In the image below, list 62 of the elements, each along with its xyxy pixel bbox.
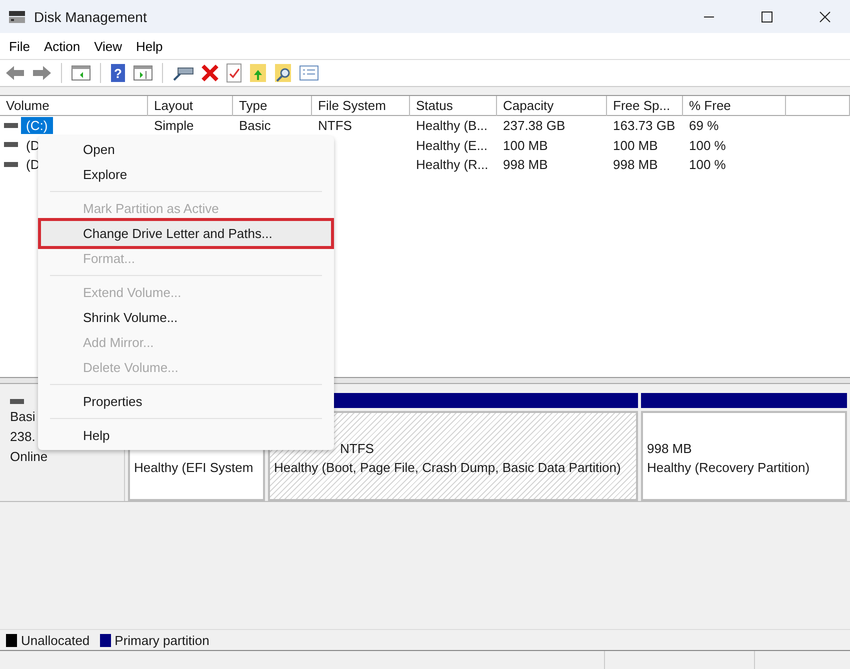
- back-arrow-icon[interactable]: [5, 65, 25, 81]
- partition-block[interactable]: 998 MB Healthy (Recovery Partition): [641, 411, 847, 501]
- table-cell-text: 998 MB: [502, 157, 549, 172]
- close-icon: [819, 10, 831, 22]
- table-cell-text: 69 %: [688, 118, 720, 134]
- disk-info: Basi: [10, 408, 36, 426]
- table-cell-text: 237.38 GB: [502, 118, 566, 134]
- partition-text: 998 MB: [647, 440, 692, 457]
- help-icon[interactable]: ?: [110, 63, 126, 83]
- drive-icon: [4, 122, 18, 130]
- column-header[interactable]: Status: [410, 96, 497, 116]
- table-cell-text: NTFS: [317, 118, 353, 134]
- action-pane-icon[interactable]: [133, 64, 153, 82]
- disk-info: Online: [10, 448, 48, 466]
- disk-info: 238.: [10, 428, 36, 446]
- column-header[interactable]: Layout: [148, 96, 233, 116]
- table-cell-text: 100 %: [688, 157, 727, 172]
- column-header[interactable]: Volume: [0, 96, 148, 116]
- partition-text: Healthy (EFI System: [134, 459, 254, 476]
- column-header[interactable]: Capacity: [497, 96, 607, 116]
- menu-item[interactable]: View: [87, 36, 130, 56]
- table-cell-text: 998 MB: [612, 157, 659, 172]
- context-menu-item[interactable]: Shrink Volume...: [41, 305, 331, 330]
- menu-item[interactable]: Action: [36, 36, 88, 56]
- checklist-icon[interactable]: [226, 63, 242, 83]
- menu-item[interactable]: File: [2, 36, 37, 56]
- column-header[interactable]: % Free: [683, 96, 786, 116]
- maximize-icon: [761, 10, 773, 22]
- drive-icon: [4, 160, 18, 169]
- delete-icon[interactable]: [201, 64, 219, 82]
- column-header[interactable]: File System: [312, 96, 410, 116]
- forward-arrow-icon[interactable]: [32, 65, 52, 81]
- table-cell-text: 100 %: [688, 138, 727, 153]
- partition-text: Healthy (Boot, Page File, Crash Dump, Basic Data Partition): [274, 459, 621, 476]
- properties-list-icon[interactable]: [299, 65, 319, 81]
- drive-icon: [4, 141, 18, 150]
- folder-search-icon[interactable]: [274, 63, 292, 83]
- table-cell-text: Basic: [238, 118, 272, 134]
- table-cell-text: 100 MB: [502, 138, 549, 153]
- table-cell-text: Healthy (R...: [415, 157, 490, 172]
- console-tree-icon[interactable]: [71, 64, 91, 82]
- partition-text: Healthy (Recovery Partition): [647, 459, 810, 476]
- legend-label: Primary partition: [114, 632, 210, 648]
- context-menu-item[interactable]: Change Drive Letter and Paths...: [41, 221, 331, 246]
- context-menu-item[interactable]: Properties: [41, 389, 331, 414]
- table-cell-text: 100 MB: [612, 138, 659, 153]
- partition-block[interactable]: NTFS Healthy (Boot, Page File, Crash Dump, Basic Data Partition): [268, 411, 638, 501]
- table-cell-text: Healthy (B...: [415, 118, 489, 134]
- disk-management-icon: [8, 8, 26, 24]
- drive-label[interactable]: (C:): [21, 117, 53, 134]
- table-cell-text: 163.73 GB: [612, 118, 676, 134]
- table-cell-text: Healthy (E...: [415, 138, 489, 153]
- partition-text: NTFS: [340, 440, 374, 457]
- window-title: Disk Management: [34, 8, 148, 24]
- column-header[interactable]: Free Sp...: [607, 96, 683, 116]
- table-cell-text: Simple: [153, 118, 195, 134]
- legend-label: Unallocated: [21, 632, 90, 648]
- context-menu-item[interactable]: Open: [41, 137, 331, 162]
- column-header[interactable]: Type: [233, 96, 312, 116]
- folder-up-icon[interactable]: [249, 63, 267, 83]
- menu-item[interactable]: Help: [129, 36, 170, 56]
- context-menu-item[interactable]: Explore: [41, 162, 331, 187]
